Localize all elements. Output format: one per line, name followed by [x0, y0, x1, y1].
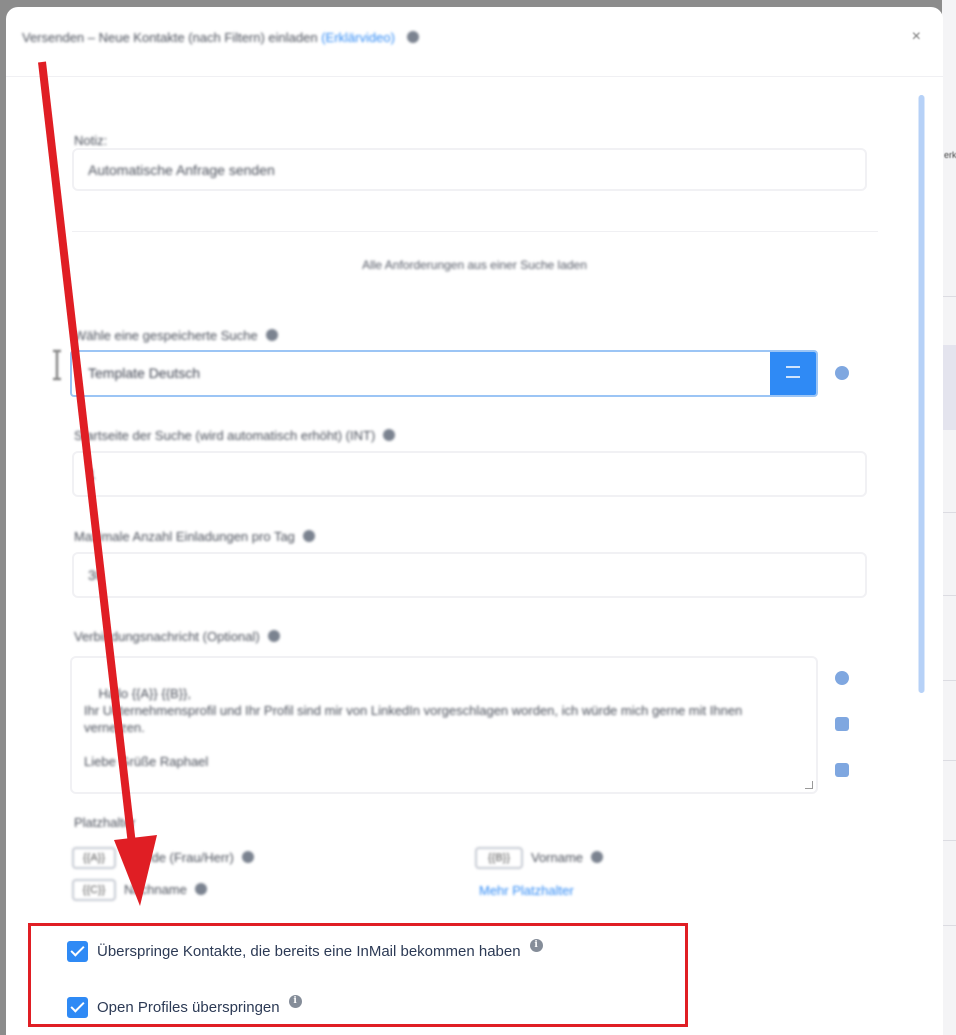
background-divider	[942, 680, 956, 681]
emoji-icon[interactable]	[835, 671, 849, 685]
info-icon	[591, 851, 604, 863]
placeholder-tag[interactable]: {{C}}	[72, 879, 116, 901]
note-input[interactable]: Automatische Anfrage senden	[72, 148, 867, 191]
info-icon	[302, 530, 315, 542]
scrollbar[interactable]	[918, 95, 925, 693]
background-divider	[942, 840, 956, 841]
more-placeholders-link[interactable]: Mehr Platzhalter	[479, 883, 574, 898]
save-template-icon[interactable]	[835, 763, 849, 777]
start-page-input[interactable]: 1	[72, 451, 867, 497]
info-icon	[267, 630, 280, 642]
saved-search-value: Template Deutsch	[88, 365, 201, 381]
placeholder-label: Vorname	[531, 850, 604, 865]
info-icon	[265, 329, 278, 341]
note-label: Notiz:	[74, 133, 108, 148]
info-icon	[406, 31, 419, 43]
max-invites-label: Maximale Anzahl Einladungen pro Tag	[74, 529, 315, 544]
info-icon	[194, 883, 207, 895]
background-divider	[942, 595, 956, 596]
send-invitations-modal: Versenden – Neue Kontakte (nach Filtern)…	[6, 7, 943, 1035]
refresh-icon[interactable]	[835, 366, 849, 380]
background-divider	[942, 512, 956, 513]
saved-search-select[interactable]: Template Deutsch	[70, 350, 818, 397]
message-textarea[interactable]: Hallo {{A}} {{B}}, Ihr Unternehmensprofi…	[70, 656, 818, 794]
list-icon	[786, 366, 800, 378]
background-text: erk	[944, 150, 956, 160]
placeholder-tag[interactable]: {{A}}	[72, 847, 116, 869]
background-page: erk	[942, 0, 956, 1035]
resize-handle[interactable]	[805, 781, 813, 789]
modal-header: Versenden – Neue Kontakte (nach Filtern)…	[6, 7, 943, 77]
explainer-video-link[interactable]: (Erklärvideo)	[321, 30, 395, 45]
background-divider	[942, 760, 956, 761]
scrollbar-thumb[interactable]	[919, 95, 924, 693]
max-invites-input[interactable]: 30	[72, 552, 867, 598]
background-divider	[942, 925, 956, 926]
start-page-label: Startseite der Suche (wird automatisch e…	[74, 428, 396, 443]
placeholder-label: Anrede (Frau/Herr)	[124, 850, 254, 865]
max-invites-value: 30	[88, 567, 104, 583]
background-divider	[942, 296, 956, 297]
start-page-value: 1	[88, 466, 96, 482]
message-value: Hallo {{A}} {{B}}, Ihr Unternehmensprofi…	[84, 686, 743, 769]
annotation-highlight-box	[28, 923, 688, 1027]
placeholder-label: Nachname	[124, 882, 207, 897]
info-icon	[241, 851, 254, 863]
placeholder-tag[interactable]: {{B}}	[475, 847, 523, 869]
background-highlight-row	[942, 345, 956, 430]
template-icon[interactable]	[835, 717, 849, 731]
note-value: Automatische Anfrage senden	[88, 161, 275, 178]
search-list-button[interactable]	[770, 352, 816, 395]
info-icon	[383, 429, 396, 441]
modal-title: Versenden – Neue Kontakte (nach Filtern)…	[22, 30, 419, 45]
saved-search-label: Wähle eine gespeicherte Suche	[74, 328, 278, 343]
close-button[interactable]: ×	[912, 28, 921, 46]
placeholders-label: Platzhalter	[74, 815, 136, 830]
load-from-search-link[interactable]: Alle Anforderungen aus einer Suche laden	[6, 258, 943, 272]
message-label: Verbindungsnachricht (Optional)	[74, 629, 280, 644]
section-divider	[72, 231, 878, 232]
text-cursor-icon	[53, 349, 61, 381]
